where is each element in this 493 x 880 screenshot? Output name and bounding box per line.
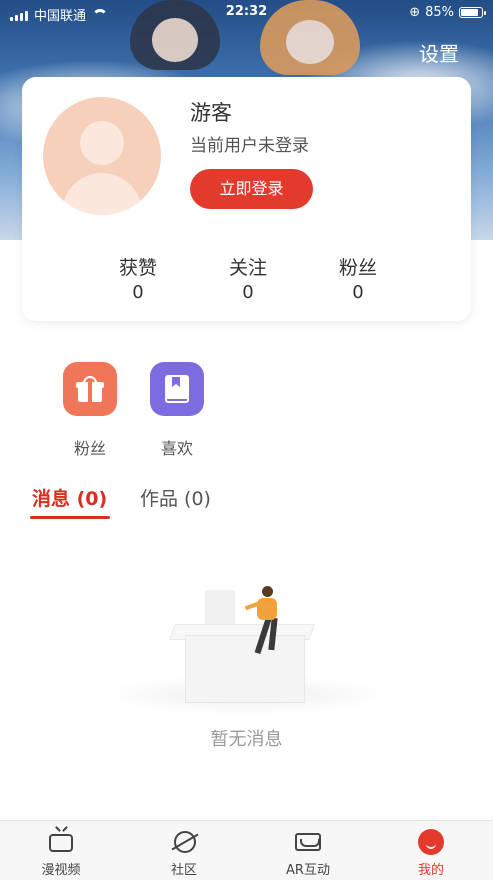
quick-action-label: 粉丝: [73, 439, 106, 458]
profile-icon: [417, 829, 445, 855]
empty-state-text: 暂无消息: [210, 729, 283, 750]
nav-item-ar[interactable]: AR互动: [253, 829, 363, 878]
book-icon: [150, 362, 204, 416]
nav-label: 我的: [417, 863, 444, 878]
tv-icon: [47, 829, 75, 855]
tab-active-indicator: [30, 516, 110, 519]
quick-action-label: 喜欢: [160, 439, 193, 458]
empty-state-illustration: [100, 580, 390, 720]
nav-item-me[interactable]: 我的: [376, 829, 486, 878]
nav-label: AR互动: [286, 863, 330, 878]
battery-percent: 85%: [425, 5, 454, 20]
settings-button[interactable]: 设置: [419, 38, 459, 67]
user-name: 游客: [190, 101, 232, 125]
nav-label: 漫视频: [41, 863, 81, 878]
stat-likes[interactable]: 获赞 0: [88, 253, 188, 303]
tab-messages[interactable]: 消息 (0): [32, 484, 107, 511]
login-button[interactable]: 立即登录: [190, 169, 313, 209]
status-bar: 中国联通 22:32 ⊕ 85%: [0, 0, 493, 26]
stat-following[interactable]: 关注 0: [198, 253, 298, 303]
stat-value: 0: [132, 282, 144, 303]
planet-icon: [170, 829, 198, 855]
quick-action-fans[interactable]: 粉丝: [55, 362, 125, 459]
login-status-text: 当前用户未登录: [190, 136, 309, 156]
stat-label: 获赞: [118, 257, 157, 279]
nav-item-videos[interactable]: 漫视频: [6, 829, 116, 878]
battery-icon: [459, 7, 486, 18]
quick-action-likes[interactable]: 喜欢: [142, 362, 212, 459]
stat-label: 关注: [228, 257, 267, 279]
nav-item-community[interactable]: 社区: [129, 829, 239, 878]
stat-label: 粉丝: [338, 257, 377, 279]
orientation-lock-icon: ⊕: [409, 5, 421, 20]
profile-card: 游客 当前用户未登录 立即登录 获赞 0 关注 0 粉丝 0: [22, 77, 471, 321]
gift-icon: [63, 362, 117, 416]
avatar[interactable]: [43, 97, 161, 215]
bottom-nav: 漫视频 社区 AR互动 我的: [0, 820, 493, 880]
stat-value: 0: [352, 282, 364, 303]
nav-label: 社区: [170, 863, 197, 878]
tab-works[interactable]: 作品 (0): [140, 484, 211, 511]
stat-fans[interactable]: 粉丝 0: [308, 253, 408, 303]
vr-headset-icon: [294, 829, 322, 855]
stat-value: 0: [242, 282, 254, 303]
